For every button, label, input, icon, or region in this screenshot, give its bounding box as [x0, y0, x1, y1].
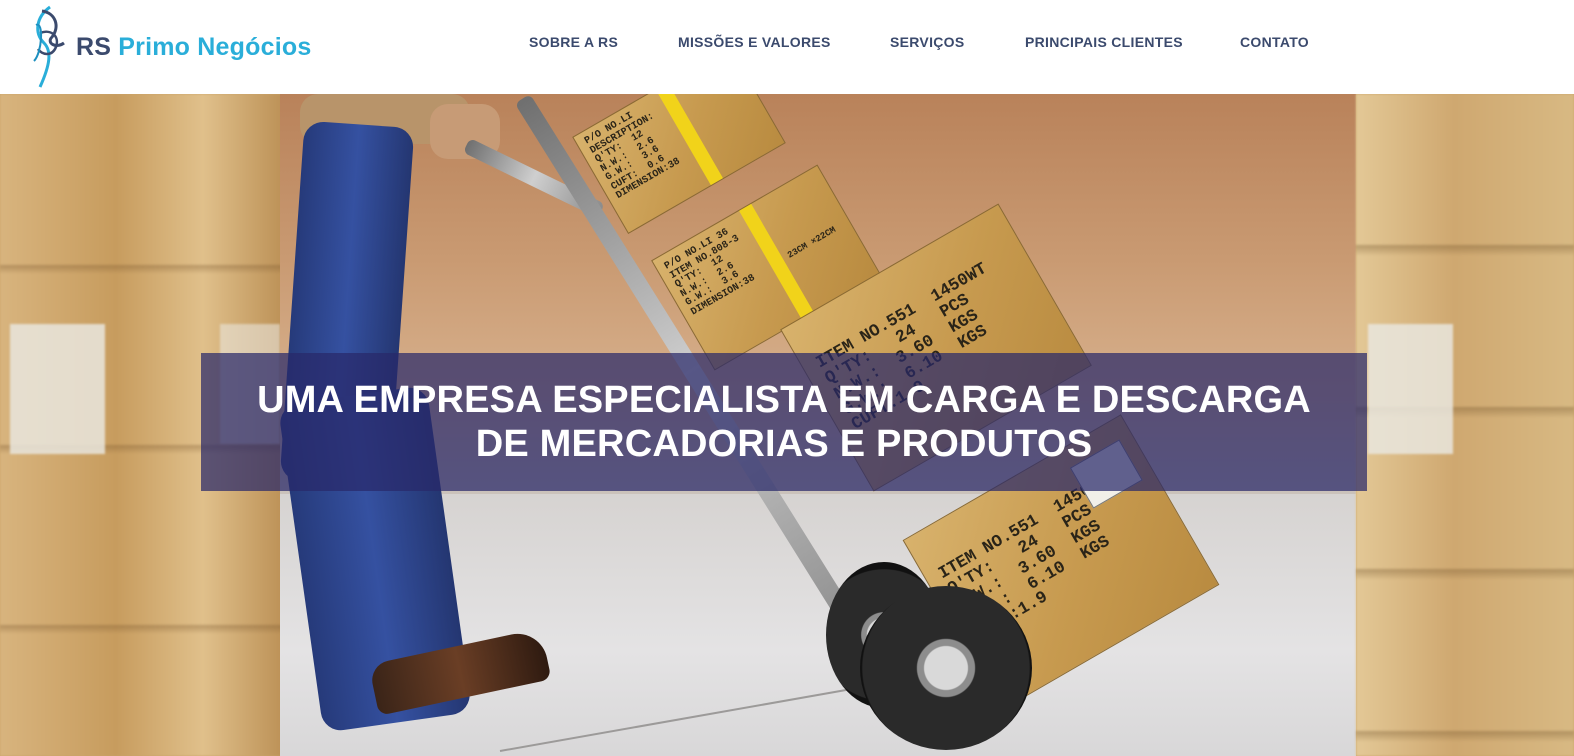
hero-section: P/O NO.LI DESCRIPTION: Q'TY: 12 N.W.: 2.… — [0, 94, 1574, 756]
hand-truck-wheel-front — [860, 586, 1032, 750]
main-nav: SOBRE A RS MISSÕES E VALORES SERVIÇOS PR… — [0, 0, 1574, 86]
nav-servicos[interactable]: SERVIÇOS — [890, 34, 965, 50]
hero-headline-line-2: DE MERCADORIAS E PRODUTOS — [475, 423, 1093, 465]
nav-missoes-e-valores[interactable]: MISSÕES E VALORES — [678, 34, 831, 50]
site-header: RS Primo Negócios SOBRE A RS MISSÕES E V… — [0, 0, 1574, 94]
hero-headline-banner: UMA EMPRESA ESPECIALISTA EM CARGA E DESC… — [201, 353, 1367, 491]
nav-sobre-a-rs[interactable]: SOBRE A RS — [529, 34, 618, 50]
hero-headline-line-1: UMA EMPRESA ESPECIALISTA EM CARGA E DESC… — [257, 379, 1311, 421]
nav-contato[interactable]: CONTATO — [1240, 34, 1309, 50]
hero-blurred-boxes-right — [1356, 94, 1574, 756]
nav-principais-clientes[interactable]: PRINCIPAIS CLIENTES — [1025, 34, 1183, 50]
box-middle-side: 23CM ×22CM — [785, 224, 838, 261]
